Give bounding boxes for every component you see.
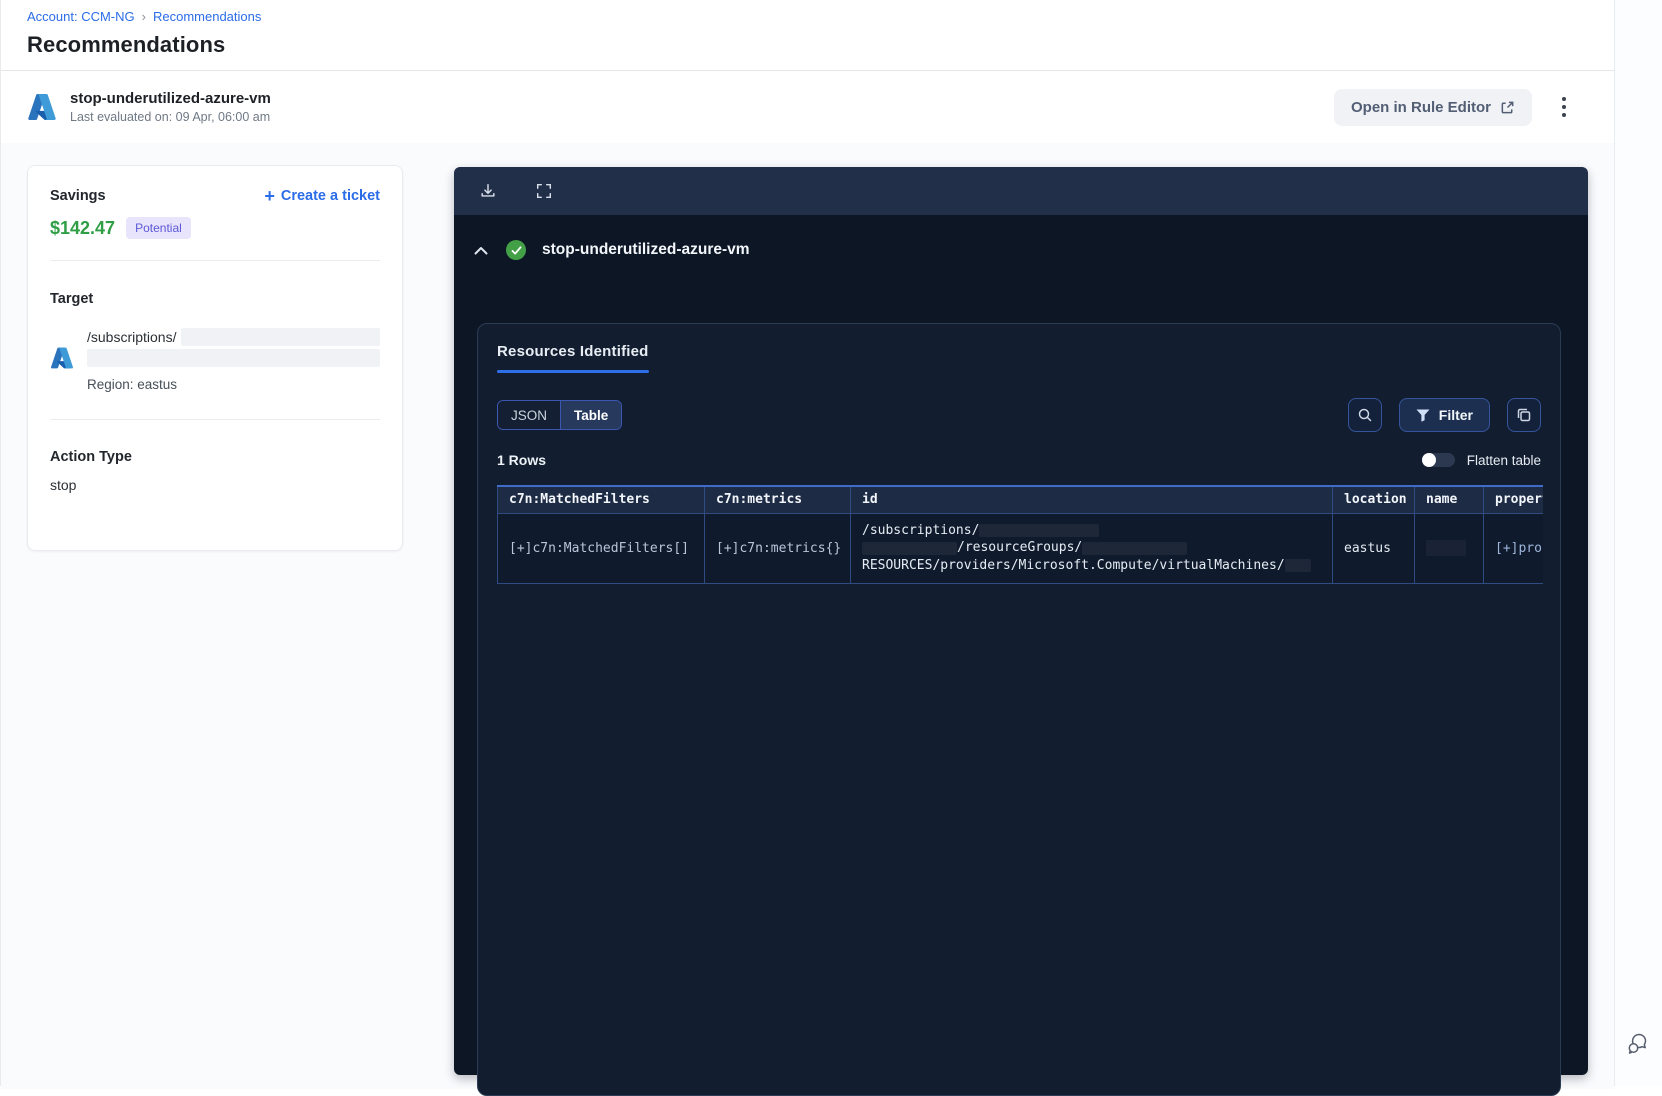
- cell-metrics[interactable]: [+]c7n:metrics{}: [704, 512, 851, 584]
- open-in-rule-editor-label: Open in Rule Editor: [1350, 98, 1491, 116]
- collapse-chevron-up-icon[interactable]: [474, 246, 488, 255]
- success-check-icon: [506, 240, 526, 260]
- rows-count: 1 Rows: [497, 452, 547, 468]
- flatten-table-label: Flatten table: [1466, 452, 1541, 468]
- divider: [50, 260, 380, 261]
- column-header-location[interactable]: location: [1332, 485, 1415, 514]
- filter-button-label: Filter: [1438, 407, 1473, 423]
- fullscreen-icon[interactable]: [534, 181, 554, 201]
- redacted-value: [181, 328, 380, 346]
- rule-name: stop-underutilized-azure-vm: [70, 90, 271, 107]
- tab-resources-identified[interactable]: Resources Identified: [497, 324, 649, 373]
- id-path-segment: /resourceGroups/: [957, 540, 1083, 556]
- filter-funnel-icon: [1416, 409, 1430, 422]
- filter-button[interactable]: Filter: [1398, 398, 1490, 432]
- potential-badge: Potential: [126, 217, 191, 239]
- column-header-name[interactable]: name: [1414, 485, 1484, 514]
- page-title: Recommendations: [27, 32, 226, 57]
- right-rail: [1614, 0, 1662, 1086]
- copy-icon: [1516, 407, 1532, 423]
- column-header-id[interactable]: id: [850, 485, 1333, 514]
- search-button[interactable]: [1347, 398, 1382, 432]
- target-path: /subscriptions/: [87, 329, 177, 345]
- savings-label: Savings: [50, 188, 106, 204]
- breadcrumb-account-link[interactable]: Account: CCM-NG: [27, 9, 135, 24]
- help-chat-icon[interactable]: [1625, 1030, 1653, 1058]
- breadcrumb: Account: CCM-NG › Recommendations: [27, 9, 1588, 24]
- redacted-value: [979, 523, 1100, 537]
- cell-matched-filters[interactable]: [+]c7n:MatchedFilters[]: [497, 512, 705, 584]
- breadcrumb-recommendations-link[interactable]: Recommendations: [153, 9, 261, 24]
- open-in-rule-editor-button[interactable]: Open in Rule Editor: [1333, 88, 1532, 126]
- page-header: Account: CCM-NG › Recommendations Recomm…: [1, 0, 1614, 71]
- column-header-metrics[interactable]: c7n:metrics: [704, 485, 851, 514]
- action-type-label: Action Type: [50, 449, 132, 465]
- cell-name[interactable]: [1414, 512, 1484, 584]
- panel-body: stop-underutilized-azure-vm Resources Id…: [454, 215, 1588, 1096]
- table-header-row: c7n:MatchedFilters c7n:metrics id locati…: [497, 485, 1543, 514]
- resources-table: c7n:MatchedFilters c7n:metrics id locati…: [497, 485, 1543, 584]
- divider: [50, 419, 380, 420]
- azure-icon: [50, 346, 74, 392]
- target-region: Region: eastus: [87, 377, 178, 392]
- chevron-right-icon: ›: [141, 9, 146, 24]
- action-type-value: stop: [50, 477, 77, 493]
- azure-icon: [27, 92, 57, 122]
- main-column: Account: CCM-NG › Recommendations Recomm…: [1, 0, 1614, 1096]
- create-ticket-link[interactable]: + Create a ticket: [264, 186, 380, 206]
- id-path-segment: RESOURCES/providers/Microsoft.Compute/vi…: [862, 557, 1285, 573]
- content-area: Savings + Create a ticket $142.47 Potent…: [1, 143, 1614, 1096]
- resources-identified-panel: Resources Identified JSON Table Filter 1…: [477, 323, 1561, 1096]
- id-path-segment: /subscriptions/: [862, 522, 980, 538]
- rule-last-evaluated: Last evaluated on: 09 Apr, 06:00 am: [70, 110, 271, 124]
- download-icon[interactable]: [478, 181, 498, 201]
- flatten-table-toggle[interactable]: [1421, 453, 1455, 467]
- column-header-properties[interactable]: properties: [1483, 485, 1543, 514]
- tab-label: Resources Identified: [497, 343, 649, 360]
- copy-button[interactable]: [1507, 398, 1541, 432]
- panel-toolbar: [454, 167, 1588, 215]
- recommendation-summary-card: Savings + Create a ticket $142.47 Potent…: [27, 165, 403, 551]
- redacted-value: [1426, 540, 1466, 556]
- view-mode-toggle: JSON Table: [497, 400, 623, 430]
- plus-icon: +: [264, 186, 275, 206]
- more-options-kebab-icon[interactable]: [1558, 91, 1570, 123]
- search-icon: [1357, 407, 1373, 423]
- table-row: [+]c7n:MatchedFilters[] [+]c7n:metrics{}…: [497, 512, 1543, 584]
- redacted-value: [87, 349, 380, 367]
- external-link-icon: [1500, 100, 1515, 115]
- create-ticket-label: Create a ticket: [280, 188, 380, 204]
- panel-rule-name: stop-underutilized-azure-vm: [542, 241, 750, 258]
- toggle-knob: [1421, 453, 1436, 467]
- column-header-matched-filters[interactable]: c7n:MatchedFilters: [497, 485, 705, 514]
- rule-header-band: stop-underutilized-azure-vm Last evaluat…: [1, 71, 1614, 143]
- redacted-value: [1082, 541, 1188, 555]
- active-tab-underline: [497, 370, 649, 373]
- savings-amount: $142.47: [50, 217, 116, 238]
- rule-header-left: stop-underutilized-azure-vm Last evaluat…: [27, 90, 271, 124]
- target-label: Target: [50, 291, 94, 307]
- evaluation-results-panel: stop-underutilized-azure-vm Resources Id…: [454, 167, 1588, 1096]
- view-toggle-table[interactable]: Table: [560, 401, 622, 429]
- redacted-value: [1284, 558, 1311, 572]
- view-toggle-json[interactable]: JSON: [498, 401, 561, 429]
- redacted-value: [862, 541, 957, 555]
- cell-location[interactable]: eastus: [1332, 512, 1415, 584]
- cell-properties[interactable]: [+]properties{}: [1483, 512, 1543, 584]
- cell-id[interactable]: /subscriptions/ /resourceGroups/ RESOURC…: [850, 512, 1333, 584]
